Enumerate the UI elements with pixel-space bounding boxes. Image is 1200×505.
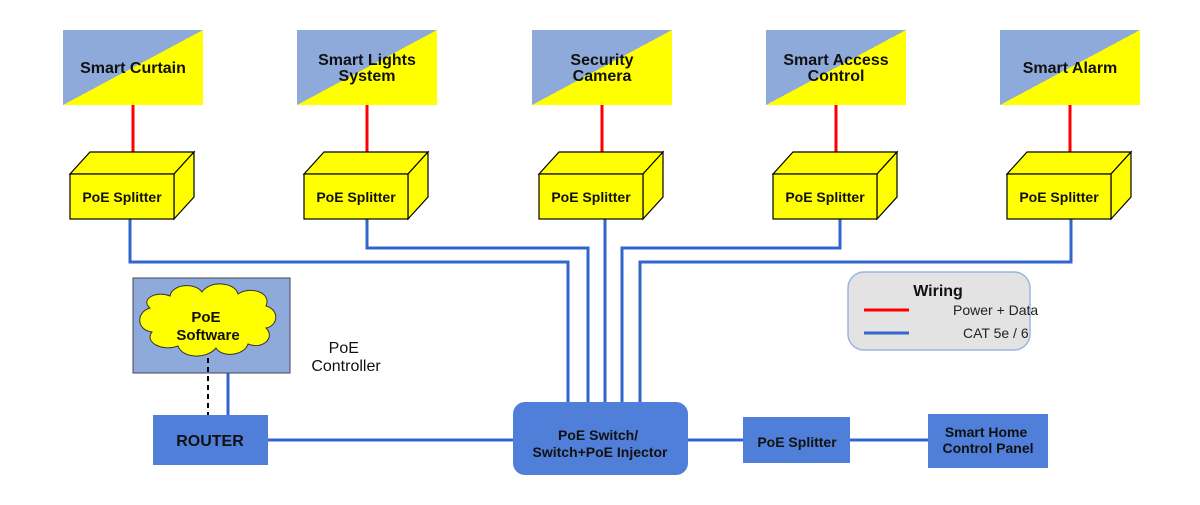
device-label: Security Camera (570, 52, 633, 85)
device-label: Smart Curtain (80, 60, 186, 77)
wire-access (620, 219, 842, 402)
router-label: ROUTER (176, 433, 244, 450)
poe-splitter-cube (537, 150, 665, 221)
poe-splitter-cube (1005, 150, 1133, 221)
legend-power-data-label: Power + Data (953, 302, 1038, 318)
poe-splitter-cube (68, 150, 196, 221)
wire-lights (365, 219, 590, 402)
poe-splitter-label: PoE Splitter (82, 189, 162, 205)
device-4: Smart Alarm PoE Splitter (1000, 30, 1140, 221)
poe-splitter-label: PoE Splitter (1019, 189, 1099, 205)
poe-splitter-label: PoE Splitter (316, 189, 396, 205)
legend-title: Wiring (913, 283, 963, 300)
device-1: Smart Lights SystemPoE Splitter (297, 30, 437, 221)
device-3: Smart Access ControlPoE Splitter (766, 30, 906, 221)
control-panel-label: Smart Home Control Panel (942, 424, 1033, 456)
poe-splitter-cube (302, 150, 430, 221)
bottom-poe-splitter-label: PoE Splitter (757, 434, 837, 450)
legend-cat-label: CAT 5e / 6 (963, 325, 1029, 341)
device-2: Security Camera PoE Splitter (532, 30, 672, 221)
device-label: Smart Alarm (1023, 60, 1118, 77)
poe-smart-home-diagram: Smart CurtainPoE SplitterSmart Lights Sys… (63, 30, 1140, 475)
poe-splitter-label: PoE Splitter (551, 189, 631, 205)
poe-splitter-label: PoE Splitter (785, 189, 865, 205)
legend: Wiring Power + Data CAT 5e / 6 (847, 271, 1038, 351)
poe-controller-label: PoE Controller (311, 340, 381, 375)
poe-splitter-cube (771, 150, 899, 221)
device-0: Smart Curtain PoE Splitter (63, 30, 203, 221)
